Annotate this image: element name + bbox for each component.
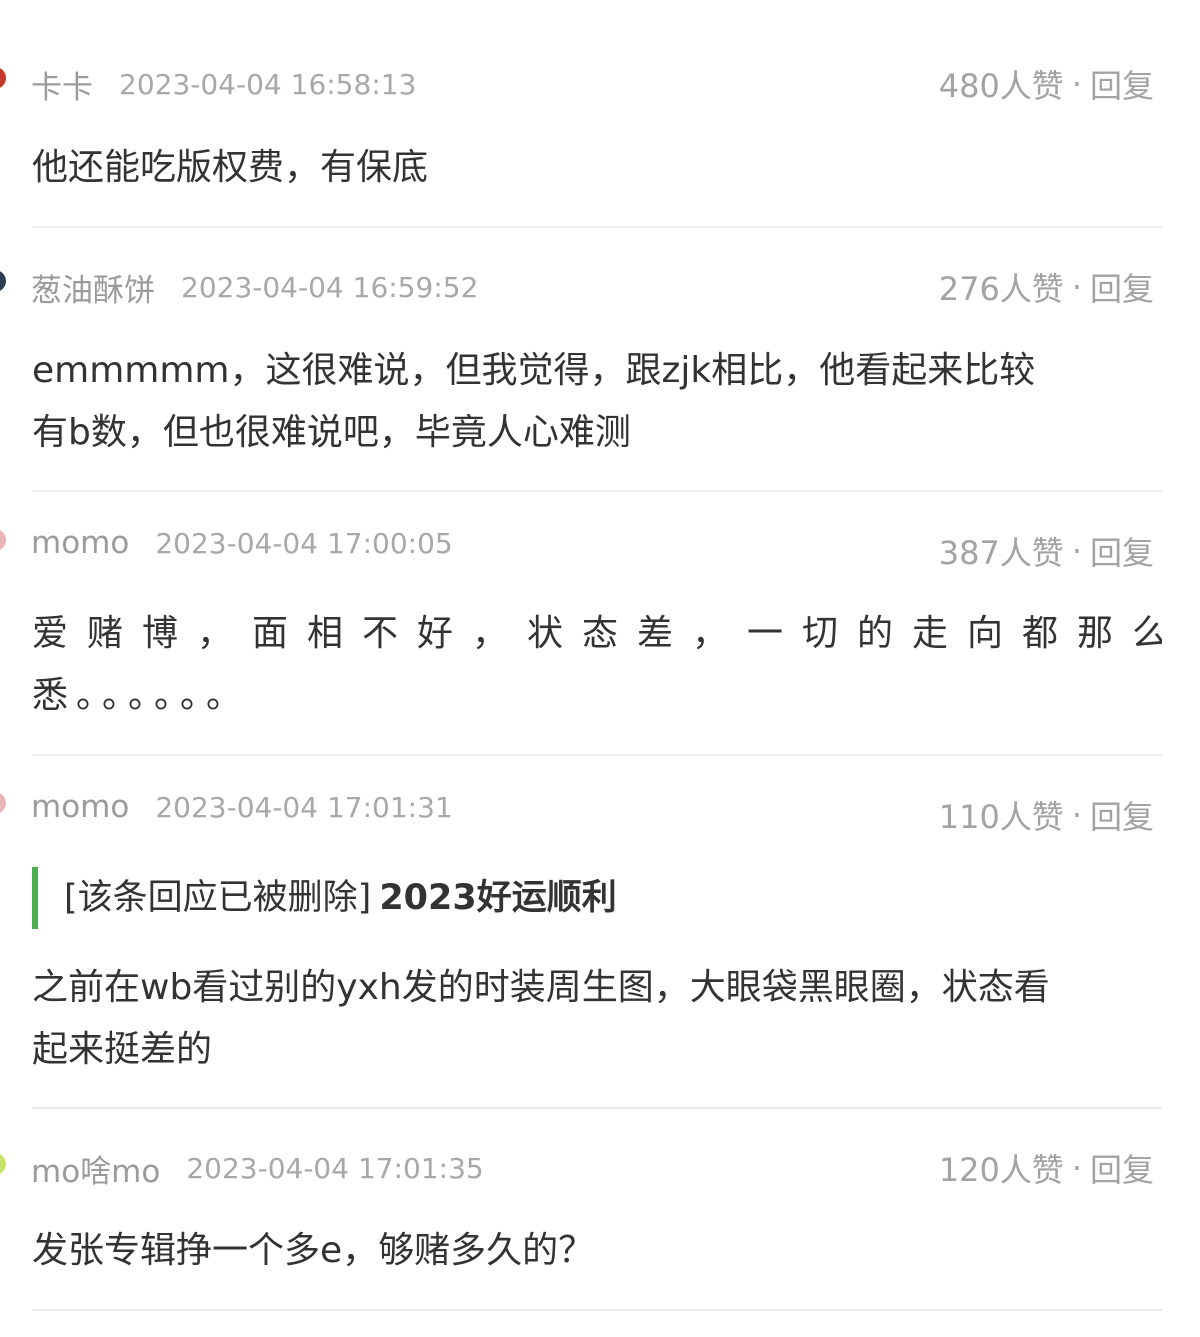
comment-text-line: 起来挺差的 (32, 1029, 213, 1070)
timestamp: 2023-04-04 17:01:31 (155, 790, 453, 824)
username[interactable]: momo (31, 525, 129, 561)
reply-button[interactable]: 回复 (1090, 528, 1154, 574)
comment-meta: 卡卡 2023-04-04 16:58:13 480人赞 · 回复 (31, 61, 1154, 107)
timestamp: 2023-04-04 16:58:13 (119, 67, 417, 101)
username[interactable]: mo啥mo (31, 1146, 160, 1191)
comment-meta: momo 2023-04-04 17:00:05 387人赞 · 回复 (31, 523, 1154, 572)
comment-text-line: 悉。。。。。。 (32, 675, 251, 716)
comment-body: 之前在wb看过别的yxh发的时装周生图，大眼袋黑眼圈，状态看 起来挺差的 (32, 957, 1162, 1081)
quoted-text: 2023好运顺利 (379, 878, 617, 918)
divider (32, 490, 1162, 492)
like-count[interactable]: 110人赞 (939, 792, 1064, 838)
deleted-notice: [该条回应已被删除] (64, 878, 372, 918)
quoted-reply: [该条回应已被删除] 2023好运顺利 (32, 867, 1160, 929)
separator-dot: · (1071, 1149, 1082, 1187)
comment-actions: 387人赞 · 回复 (939, 528, 1154, 574)
reply-button[interactable]: 回复 (1090, 792, 1154, 838)
avatar[interactable] (0, 1153, 6, 1175)
timestamp: 2023-04-04 17:00:05 (155, 526, 453, 560)
like-count[interactable]: 120人赞 (939, 1145, 1064, 1191)
comment-meta: momo 2023-04-04 17:01:31 110人赞 · 回复 (31, 787, 1154, 836)
divider (32, 754, 1162, 756)
comment-text-line: 之前在wb看过别的yxh发的时装周生图，大眼袋黑眼圈，状态看 (32, 967, 1050, 1008)
separator-dot: · (1071, 532, 1082, 570)
comment-actions: 120人赞 · 回复 (939, 1145, 1154, 1191)
comment-body: 发张专辑挣一个多e，够赌多久的？ (32, 1220, 1162, 1282)
comment-text-line: 他还能吃版权费，有保底 (32, 147, 429, 188)
reply-button[interactable]: 回复 (1090, 1145, 1154, 1191)
divider (32, 226, 1162, 228)
username[interactable]: 葱油酥饼 (31, 265, 155, 310)
comment-text-line: 发张专辑挣一个多e，够赌多久的？ (32, 1230, 595, 1271)
comment-text-line: emmmmm，这很难说，但我觉得，跟zjk相比，他看起来比较 (32, 350, 1036, 391)
separator-dot: · (1071, 65, 1082, 103)
comment-body: emmmmm，这很难说，但我觉得，跟zjk相比，他看起来比较 有b数，但也很难说… (32, 340, 1162, 464)
comment-body: 爱赌博，面相不好，状态差，一切的走向都那么熟 悉。。。。。。 (32, 603, 1162, 727)
separator-dot: · (1071, 268, 1082, 306)
comment-text-line: 爱赌博，面相不好，状态差，一切的走向都那么熟 (32, 613, 1162, 654)
avatar[interactable] (0, 792, 6, 814)
reply-button[interactable]: 回复 (1090, 264, 1154, 310)
like-count[interactable]: 387人赞 (939, 528, 1064, 574)
avatar[interactable] (0, 67, 6, 89)
separator-dot: · (1071, 796, 1082, 834)
comment-actions: 276人赞 · 回复 (939, 264, 1154, 310)
divider (32, 1107, 1162, 1109)
comment-body: 他还能吃版权费，有保底 (32, 137, 1162, 199)
like-count[interactable]: 276人赞 (939, 264, 1064, 310)
username[interactable]: 卡卡 (31, 62, 93, 107)
reply-button[interactable]: 回复 (1090, 61, 1154, 107)
comment-actions: 480人赞 · 回复 (939, 61, 1154, 107)
timestamp: 2023-04-04 17:01:35 (186, 1151, 484, 1185)
comment-meta: 葱油酥饼 2023-04-04 16:59:52 276人赞 · 回复 (31, 264, 1154, 310)
timestamp: 2023-04-04 16:59:52 (181, 270, 479, 304)
avatar[interactable] (0, 529, 6, 551)
comment-text-line: 有b数，但也很难说吧，毕竟人心难测 (32, 412, 631, 453)
like-count[interactable]: 480人赞 (939, 61, 1064, 107)
avatar[interactable] (0, 270, 6, 292)
comment-meta: mo啥mo 2023-04-04 17:01:35 120人赞 · 回复 (31, 1145, 1154, 1191)
comment-actions: 110人赞 · 回复 (939, 792, 1154, 838)
divider (32, 1309, 1162, 1311)
username[interactable]: momo (31, 789, 129, 825)
